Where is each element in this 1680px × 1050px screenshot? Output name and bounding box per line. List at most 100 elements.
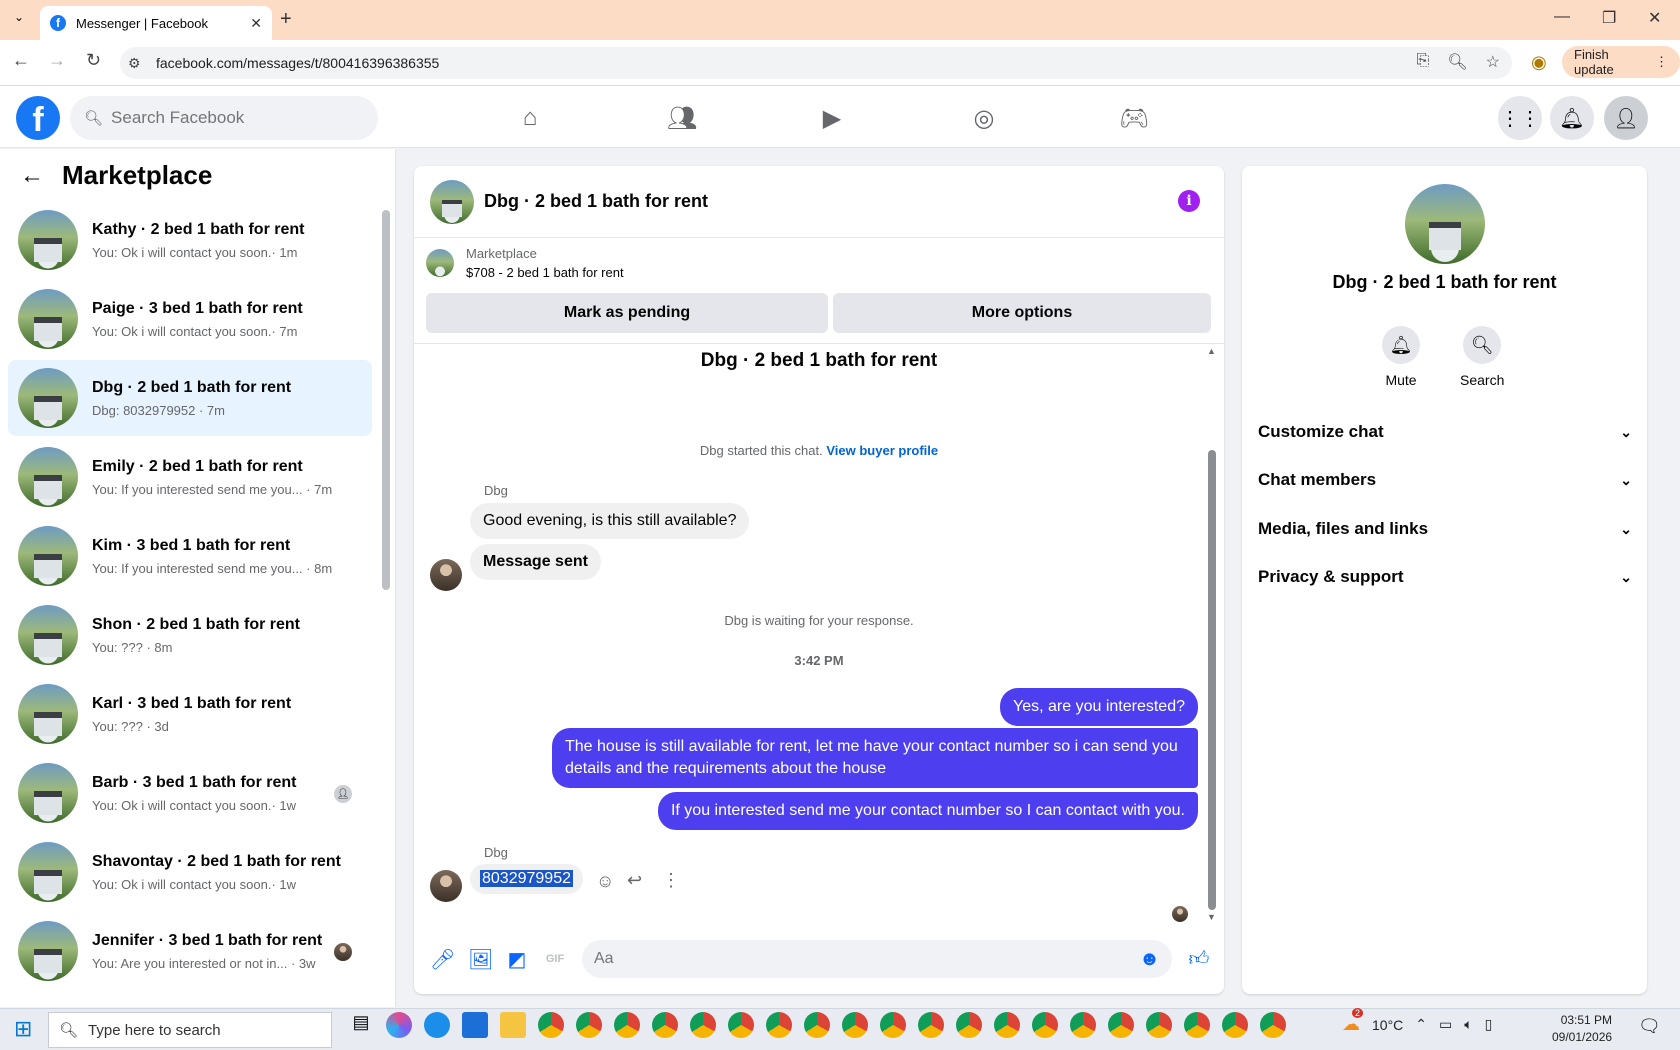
chrome-icon[interactable]	[1222, 1012, 1248, 1038]
taskbar-search[interactable]: 🔍︎ Type here to search	[48, 1012, 332, 1048]
emoji-icon[interactable]: ☻	[1139, 948, 1160, 971]
minimize-icon[interactable]: —	[1554, 8, 1570, 26]
privacy-support-row[interactable]: Privacy & support ⌄	[1258, 555, 1632, 599]
finish-update-button[interactable]: Finish update ⋮	[1562, 46, 1680, 78]
chrome-icon[interactable]	[1184, 1012, 1210, 1038]
media-files-row[interactable]: Media, files and links ⌄	[1258, 507, 1632, 551]
friends-icon[interactable]: 👥︎	[664, 102, 700, 134]
gaming-icon[interactable]: 🎮︎	[1116, 102, 1152, 134]
tab-search-chevron-icon[interactable]: ⌄	[8, 10, 30, 30]
sidebar-scrollbar[interactable]	[382, 210, 390, 590]
chrome-icon[interactable]	[766, 1012, 792, 1038]
chrome-icon[interactable]	[1260, 1012, 1286, 1038]
chrome-icon[interactable]	[918, 1012, 944, 1038]
chrome-icon[interactable]	[576, 1012, 602, 1038]
info-icon[interactable]: i	[1178, 190, 1200, 212]
account-avatar[interactable]: 👤︎	[1604, 96, 1648, 140]
conversation-item[interactable]: Shavontay · 2 bed 1 bath for rent You: Ok…	[8, 834, 372, 910]
conversation-item[interactable]: Jennifer · 3 bed 1 bath for rent You: Are…	[8, 913, 372, 989]
message-input-box[interactable]: ☻	[582, 940, 1172, 978]
close-window-icon[interactable]: ✕	[1648, 8, 1661, 28]
browser-menu-icon[interactable]: ⋮	[1655, 54, 1668, 70]
facebook-logo[interactable]: f	[16, 96, 60, 140]
chrome-icon[interactable]	[1108, 1012, 1134, 1038]
edge-icon[interactable]	[424, 1012, 450, 1038]
chrome-icon[interactable]	[1032, 1012, 1058, 1038]
incoming-message[interactable]: Good evening, is this still available?	[470, 503, 750, 539]
url-bar[interactable]: facebook.com/messages/t/800416396386355	[120, 47, 1512, 79]
taskbar-clock[interactable]: 03:51 PM 09/01/2026	[1552, 1012, 1612, 1046]
conversation-item[interactable]: Shon · 2 bed 1 bath for rent You: ??? · 8…	[8, 597, 372, 673]
chrome-icon[interactable]	[994, 1012, 1020, 1038]
copilot-icon[interactable]	[386, 1012, 412, 1038]
chat-members-row[interactable]: Chat members ⌄	[1258, 458, 1632, 502]
conversation-item[interactable]: Barb · 3 bed 1 bath for rent You: Ok i wi…	[8, 755, 372, 831]
home-icon[interactable]: ⌂	[512, 102, 548, 134]
microphone-icon[interactable]: 🎤︎	[430, 947, 455, 972]
chrome-icon[interactable]	[652, 1012, 678, 1038]
chrome-icon[interactable]	[842, 1012, 868, 1038]
more-options-button[interactable]: More options	[833, 293, 1211, 333]
facebook-search-input[interactable]	[111, 108, 352, 128]
reply-icon[interactable]: ↩	[627, 870, 642, 891]
groups-icon[interactable]: ◎	[966, 102, 1002, 134]
task-view-icon[interactable]: ▤	[348, 1012, 374, 1038]
conversation-item[interactable]: Emily · 2 bed 1 bath for rent You: If you…	[8, 439, 372, 515]
back-arrow-icon[interactable]: ←	[20, 162, 44, 190]
more-actions-icon[interactable]: ⋮	[662, 870, 680, 891]
sticker-icon[interactable]: ◩	[506, 947, 528, 972]
mark-as-pending-button[interactable]: Mark as pending	[426, 293, 828, 333]
chrome-icon[interactable]	[1070, 1012, 1096, 1038]
message-input[interactable]	[594, 950, 1094, 968]
tab-close-icon[interactable]: ✕	[250, 15, 262, 32]
notifications-bell-icon[interactable]: 🔔︎	[1550, 96, 1594, 140]
chat-listing-thumbnail[interactable]	[430, 179, 474, 224]
notification-center-icon[interactable]: 🗨︎	[1638, 1016, 1661, 1037]
chrome-icon[interactable]	[880, 1012, 906, 1038]
video-icon[interactable]: ▶	[814, 102, 850, 134]
weather-icon[interactable]: ☁ 2	[1342, 1008, 1364, 1035]
search-in-chat-button[interactable]: 🔍︎ Search	[1460, 326, 1504, 388]
conversation-item[interactable]: Kim · 3 bed 1 bath for rent You: If you i…	[8, 518, 372, 594]
conversation-item[interactable]: Karl · 3 bed 1 bath for rent You: ??? · 3…	[8, 676, 372, 752]
chrome-icon[interactable]	[1146, 1012, 1172, 1038]
chrome-icon[interactable]	[804, 1012, 830, 1038]
browser-tab[interactable]: f Messenger | Facebook ✕	[40, 6, 272, 40]
chrome-icon[interactable]	[956, 1012, 982, 1038]
react-smiley-icon[interactable]: ☺	[596, 871, 614, 892]
incoming-message[interactable]: Message sent	[470, 544, 601, 580]
scroll-up-icon[interactable]: ▲	[1207, 346, 1216, 356]
restore-icon[interactable]: ❐	[1602, 8, 1616, 28]
photo-icon[interactable]: 🖼︎	[468, 947, 493, 972]
back-arrow-icon[interactable]: ←	[12, 50, 30, 71]
file-explorer-icon[interactable]	[500, 1012, 526, 1038]
incoming-message[interactable]: 8032979952	[470, 864, 583, 894]
volume-icon[interactable]: 🔈︎	[1464, 1016, 1472, 1033]
install-app-icon[interactable]: ⎘	[1417, 52, 1430, 72]
sender-avatar[interactable]	[430, 559, 462, 591]
new-tab-plus-icon[interactable]: +	[280, 8, 292, 31]
outgoing-message[interactable]: Yes, are you interested?	[1000, 688, 1198, 726]
details-listing-thumbnail[interactable]	[1405, 184, 1485, 264]
scroll-down-icon[interactable]: ▼	[1207, 912, 1216, 922]
chrome-icon[interactable]	[614, 1012, 640, 1038]
zoom-icon[interactable]: 🔍︎	[1447, 52, 1467, 72]
chat-scrollbar[interactable]	[1208, 450, 1216, 910]
reload-icon[interactable]: ↻	[86, 50, 101, 71]
chrome-icon[interactable]	[728, 1012, 754, 1038]
listing-summary[interactable]: Marketplace $708 - 2 bed 1 bath for rent	[426, 246, 624, 280]
site-settings-icon[interactable]: ⚙	[128, 55, 141, 72]
bookmark-star-icon[interactable]: ☆	[1486, 52, 1500, 72]
battery-icon[interactable]: ▯	[1485, 1016, 1493, 1033]
chat-title[interactable]: Dbg · 2 bed 1 bath for rent	[484, 191, 708, 212]
tray-chevron-icon[interactable]: ⌃	[1415, 1016, 1427, 1033]
conversation-item[interactable]: Paige · 3 bed 1 bath for rent You: Ok i w…	[8, 281, 372, 357]
windows-start-icon[interactable]: ⊞	[14, 1016, 32, 1042]
forward-arrow-icon[interactable]: →	[48, 50, 66, 71]
conversation-item-active[interactable]: Dbg · 2 bed 1 bath for rent Dbg: 80329799…	[8, 360, 372, 436]
chrome-icon[interactable]	[690, 1012, 716, 1038]
facebook-search[interactable]: 🔍︎	[70, 96, 378, 140]
outgoing-message[interactable]: If you interested send me your contact n…	[657, 792, 1198, 830]
menu-grid-icon[interactable]: ⋮⋮	[1498, 96, 1542, 140]
conversation-item[interactable]: Kathy · 2 bed 1 bath for rent You: Ok i w…	[8, 202, 372, 278]
